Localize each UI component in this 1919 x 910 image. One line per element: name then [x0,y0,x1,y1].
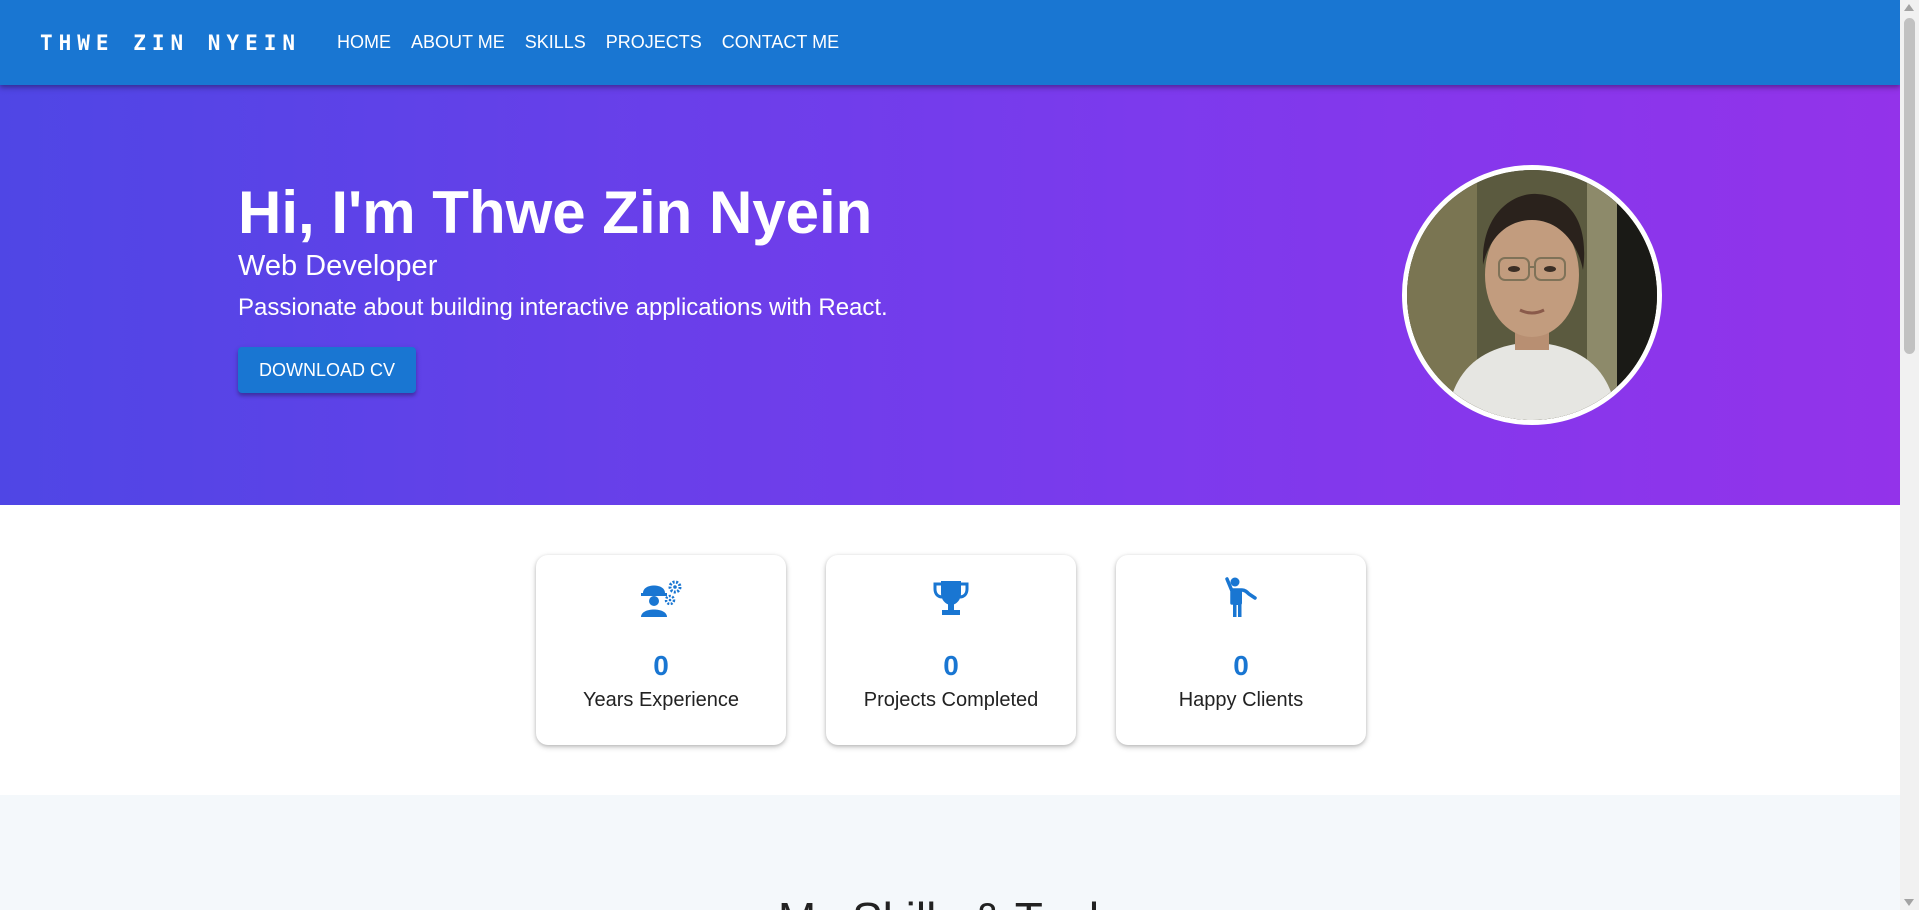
nav-skills[interactable]: SKILLS [517,24,594,61]
page-scrollbar[interactable] [1900,0,1919,910]
page: THWE ZIN NYEIN HOME ABOUT ME SKILLS PROJ… [0,0,1900,910]
stat-label: Years Experience [582,689,740,711]
stat-label: Projects Completed [863,689,1039,711]
stat-value: 0 [653,650,669,681]
brand-logo[interactable]: THWE ZIN NYEIN [40,31,301,55]
scroll-up-arrow-icon[interactable] [1904,4,1914,11]
trophy-icon [826,577,1076,619]
stat-label: Happy Clients [1178,689,1304,711]
stat-value: 0 [943,650,959,681]
stat-card-clients: 0 Happy Clients [1116,555,1366,745]
main-nav: HOME ABOUT ME SKILLS PROJECTS CONTACT ME [329,24,847,61]
engineer-icon [536,577,786,619]
profile-photo-illustration [1407,170,1657,420]
skills-heading: My Skills & Tools [0,892,1900,910]
nav-contact-me[interactable]: CONTACT ME [714,24,847,61]
scroll-down-arrow-icon[interactable] [1904,899,1914,906]
scrollbar-thumb[interactable] [1904,18,1915,354]
profile-photo [1402,165,1662,425]
hero-title: Hi, I'm Thwe Zin Nyein [238,179,873,246]
skills-section: My Skills & Tools [0,795,1900,910]
stat-value: 0 [1233,650,1249,681]
person-waving-icon [1116,577,1366,619]
hero-section: Hi, I'm Thwe Zin Nyein Web Developer Pas… [0,85,1900,505]
nav-about-me[interactable]: ABOUT ME [403,24,513,61]
stat-card-projects: 0 Projects Completed [826,555,1076,745]
download-cv-button[interactable]: DOWNLOAD CV [238,347,416,393]
hero-subtitle: Web Developer [238,250,438,282]
stats-section: 0 Years Experience 0 Projects Completed [0,505,1900,795]
nav-home[interactable]: HOME [329,24,399,61]
hero-tagline: Passionate about building interactive ap… [238,294,888,321]
app-bar: THWE ZIN NYEIN HOME ABOUT ME SKILLS PROJ… [0,0,1900,85]
nav-projects[interactable]: PROJECTS [598,24,710,61]
stat-card-experience: 0 Years Experience [536,555,786,745]
